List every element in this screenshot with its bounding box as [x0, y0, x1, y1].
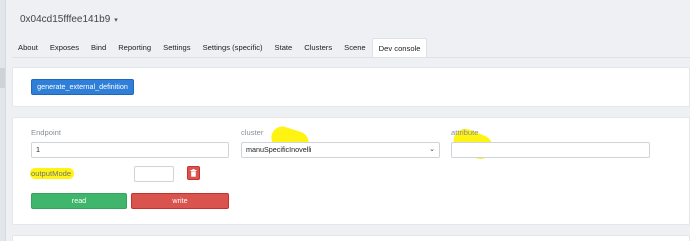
- tab-settings-specific[interactable]: Settings (specific): [197, 38, 269, 58]
- tab-settings[interactable]: Settings: [157, 38, 196, 58]
- left-rail: [0, 0, 6, 241]
- delete-output-mode-button[interactable]: [187, 166, 200, 180]
- cluster-label: cluster: [241, 128, 264, 137]
- cluster-selected-value: manuSpecificInovelli: [246, 145, 312, 154]
- endpoint-label: Endpoint: [31, 128, 61, 137]
- endpoint-input[interactable]: 1: [31, 142, 229, 158]
- attribute-label: attribute: [451, 128, 479, 137]
- tab-bind[interactable]: Bind: [85, 38, 112, 58]
- trash-icon: [190, 169, 197, 177]
- generate-external-definition-button[interactable]: generate_external_definition: [31, 79, 134, 95]
- output-mode-label: outputMode: [31, 169, 72, 178]
- tab-divider: [12, 57, 690, 58]
- read-button[interactable]: read: [31, 193, 127, 209]
- tab-exposes[interactable]: Exposes: [44, 38, 85, 58]
- write-button[interactable]: write: [131, 193, 229, 209]
- output-mode-input[interactable]: [134, 166, 174, 182]
- tab-dev-console[interactable]: Dev console: [371, 38, 428, 58]
- device-name: 0x04cd15fffee141b9: [20, 14, 111, 25]
- chevron-down-icon: ▾: [114, 16, 118, 24]
- tab-bar: About Exposes Bind Reporting Settings Se…: [12, 38, 428, 58]
- attribute-input[interactable]: [451, 142, 650, 158]
- tab-scene[interactable]: Scene: [338, 38, 372, 58]
- lower-card: [12, 235, 690, 241]
- tab-reporting[interactable]: Reporting: [112, 38, 157, 58]
- left-rail-marker: [0, 68, 5, 88]
- tab-about[interactable]: About: [12, 38, 44, 58]
- tab-clusters[interactable]: Clusters: [298, 38, 338, 58]
- device-selector[interactable]: 0x04cd15fffee141b9 ▾: [20, 14, 118, 25]
- chevron-down-icon: ⌄: [429, 146, 435, 153]
- cluster-select[interactable]: manuSpecificInovelli ⌄: [241, 142, 440, 158]
- tab-state[interactable]: State: [269, 38, 299, 58]
